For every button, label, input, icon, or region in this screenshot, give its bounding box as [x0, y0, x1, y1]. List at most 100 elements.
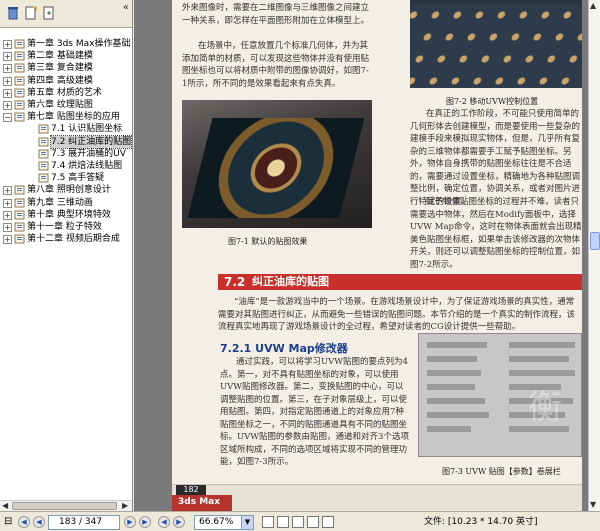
- scroll-left-icon[interactable]: ◀: [2, 501, 8, 510]
- bookmark-chapter[interactable]: + 第八章 照明创意设计: [0, 184, 132, 196]
- bookmark-chapter[interactable]: + 第三章 复合建模: [0, 62, 132, 74]
- bookmark-chapter[interactable]: + 第二章 基础建模: [0, 50, 132, 62]
- bookmark-chapter[interactable]: + 第十一章 粒子特效: [0, 221, 132, 233]
- scroll-thumb[interactable]: [12, 502, 117, 510]
- figure-7-2-caption: 图7-2 移动UVW控制位置: [446, 97, 539, 106]
- zoom-dropdown-icon[interactable]: ▼: [241, 516, 253, 529]
- pdf-page: 外来图像时，需要在二维图像与三维图像之间建立一种关系，即怎样在平面图形附加在立体…: [172, 0, 582, 511]
- expand-icon[interactable]: +: [3, 210, 12, 220]
- bookmark-label: 第十一章 粒子特效: [27, 222, 102, 232]
- bookmark-subitem[interactable]: 7.1 认识贴图坐标: [0, 123, 132, 135]
- bookmark-tree: + 第一章 3ds Max操作基础 + 第二章 基础建模 + 第三章 复合建模 + 第四章 高…: [0, 30, 132, 500]
- bookmark-icon: [14, 51, 25, 61]
- bookmark-label: 第九章 三维动画: [27, 197, 93, 208]
- scroll-down-icon[interactable]: ▼: [590, 500, 596, 509]
- expand-icon[interactable]: +: [3, 76, 12, 86]
- last-page-button[interactable]: ▶: [139, 516, 151, 528]
- bookmark-chapter[interactable]: + 第十章 典型环境特效: [0, 209, 132, 221]
- bookmark-label: 第七章 贴图坐标的应用: [27, 112, 120, 123]
- bookmark-icon: [38, 173, 49, 183]
- footer-brand: 3ds Max: [178, 497, 221, 507]
- expand-icon[interactable]: +: [3, 101, 12, 110]
- page-number-field[interactable]: 183 / 347: [48, 515, 120, 530]
- first-page-button[interactable]: ◀: [18, 516, 30, 528]
- page-text-right-1: 在真正的工作阶段，不可能只使用简单的几何形体去创建模型，而是要使用一些复杂的建模…: [410, 109, 581, 207]
- bookmark-label: 第四章 高级建模: [27, 75, 93, 86]
- expand-icon[interactable]: +: [3, 40, 12, 49]
- expand-icon[interactable]: +: [3, 235, 12, 245]
- bookmark-icon: [14, 39, 25, 49]
- bookmark-label: 第十二章 视频后期合成: [27, 234, 120, 245]
- figure-7-1-image: [182, 100, 372, 228]
- page-text-right-2: 赋予物体贴图坐标的过程并不难，读者只需要选中物体，然后在Modify面板中，选择…: [410, 197, 582, 270]
- continuous-facing-view-icon[interactable]: [307, 516, 319, 528]
- bookmark-subitem[interactable]: 7.2 纠正油库的贴图: [0, 134, 132, 149]
- page-text-top: 外来图像时，需要在二维图像与三维图像之间建立一种关系，即怎样在平面图形附加在立体…: [182, 3, 370, 26]
- bookmark-chapter[interactable]: + 第九章 三维动画: [0, 197, 132, 209]
- bookmark-label: 第十章 典型环境特效: [27, 209, 111, 220]
- zoom-field[interactable]: 66.67% ▼: [194, 515, 254, 530]
- page-text-intro: “油库”是一款游戏当中的一个场景。在游戏场景设计中，为了保证游戏场景的真实性，通…: [218, 297, 576, 332]
- document-vertical-scrollbar[interactable]: ▲ ▼: [588, 0, 600, 511]
- new-bookmark-icon[interactable]: [24, 6, 38, 20]
- page-text-scene: 在场景中，任意放置几个标准几何体，并为其添加简单的材质，可以发现这些物体并没有使…: [182, 41, 370, 89]
- bookmark-subitem[interactable]: 7.3 展开油桶的UV: [0, 148, 132, 160]
- bookmark-label: 第六章 纹理贴图: [27, 100, 93, 110]
- bookmark-chapter[interactable]: + 第一章 3ds Max操作基础: [0, 38, 132, 50]
- page-size-icon[interactable]: ⊟: [4, 515, 12, 528]
- watermark: 衡: [528, 388, 562, 428]
- document-size: 文件: [10.23 * 14.70 英寸]: [424, 517, 538, 527]
- bookmark-subitem[interactable]: 7.5 高手答疑: [0, 172, 132, 184]
- bookmark-icon: [14, 185, 25, 195]
- bookmark-icon: [14, 112, 25, 122]
- expand-icon[interactable]: +: [3, 198, 12, 208]
- bookmark-label: 7.3 展开油桶的UV: [51, 148, 126, 159]
- expand-icon[interactable]: +: [3, 186, 12, 196]
- bookmark-icon: [14, 88, 25, 98]
- previous-page-button[interactable]: ◀: [33, 516, 45, 528]
- section-number: 7.2: [224, 275, 246, 289]
- bookmark-icon: [14, 234, 25, 244]
- bookmark-label: 7.4 烘焙法线贴图: [51, 161, 123, 171]
- scroll-up-icon[interactable]: ▲: [590, 1, 596, 10]
- back-button[interactable]: ◀: [158, 516, 170, 528]
- delete-bookmark-icon[interactable]: [6, 6, 20, 20]
- expand-icon[interactable]: +: [3, 64, 12, 74]
- bookmarks-horizontal-scrollbar[interactable]: ◀ ▶: [0, 500, 132, 511]
- forward-button[interactable]: ▶: [173, 516, 185, 528]
- bookmark-icon: [14, 76, 25, 86]
- figure-7-3-caption: 图7-3 UVW 贴图【参数】卷展栏: [442, 467, 561, 476]
- bookmark-label: 第八章 照明创意设计: [27, 185, 111, 196]
- bookmark-chapter[interactable]: + 第六章 纹理贴图: [0, 99, 132, 111]
- facing-view-icon[interactable]: [292, 516, 304, 528]
- single-page-view-icon[interactable]: [262, 516, 274, 528]
- next-page-button[interactable]: ▶: [124, 516, 136, 528]
- continuous-view-icon[interactable]: [277, 516, 289, 528]
- bookmark-subitem[interactable]: 7.4 烘焙法线贴图: [0, 160, 132, 172]
- bookmark-label: 第二章 基础建模: [27, 51, 93, 62]
- page-text-sub: 通过实践，可以将学习UVW贴图的要点列为4点。第一，对不具有贴图坐标的对象，可以…: [220, 357, 409, 467]
- bookmark-chapter[interactable]: + 第十二章 视频后期合成: [0, 233, 132, 245]
- bookmark-icon: [38, 161, 49, 171]
- fit-width-icon[interactable]: [322, 516, 334, 528]
- bookmark-label: 7.2 纠正油库的贴图: [49, 134, 132, 149]
- expand-bookmark-icon[interactable]: [42, 6, 56, 20]
- section-title: 纠正油库的贴图: [252, 275, 329, 288]
- bookmark-label: 7.1 认识贴图坐标: [51, 124, 123, 135]
- bookmark-icon: [38, 124, 49, 134]
- zoom-value: 66.67%: [199, 517, 234, 527]
- bookmark-chapter[interactable]: + 第五章 材质的艺术: [0, 87, 132, 99]
- vertical-scroll-thumb[interactable]: [590, 232, 600, 250]
- bookmark-label: 7.5 高手答疑: [51, 173, 105, 184]
- bookmark-icon: [38, 149, 49, 159]
- bookmark-chapter[interactable]: + 第四章 高级建模: [0, 75, 132, 87]
- scroll-right-icon[interactable]: ▶: [122, 501, 128, 510]
- status-bar: ⊟ ◀ ◀ 183 / 347 ▶ ▶ ◀ ▶ 66.67% ▼ 文件: [10…: [0, 511, 600, 531]
- pdf-reader-window: « + 第一章 3ds Max操作基础 + 第二章 基础建模 + 第三章 复合建模 + 第四章…: [0, 0, 600, 531]
- expand-icon[interactable]: +: [3, 223, 12, 232]
- collapse-panel-icon[interactable]: «: [123, 2, 129, 13]
- expand-icon[interactable]: +: [3, 52, 12, 62]
- bookmark-chapter[interactable]: − 第七章 贴图坐标的应用: [0, 111, 132, 123]
- expand-icon[interactable]: +: [3, 88, 12, 98]
- collapse-icon[interactable]: −: [3, 113, 12, 123]
